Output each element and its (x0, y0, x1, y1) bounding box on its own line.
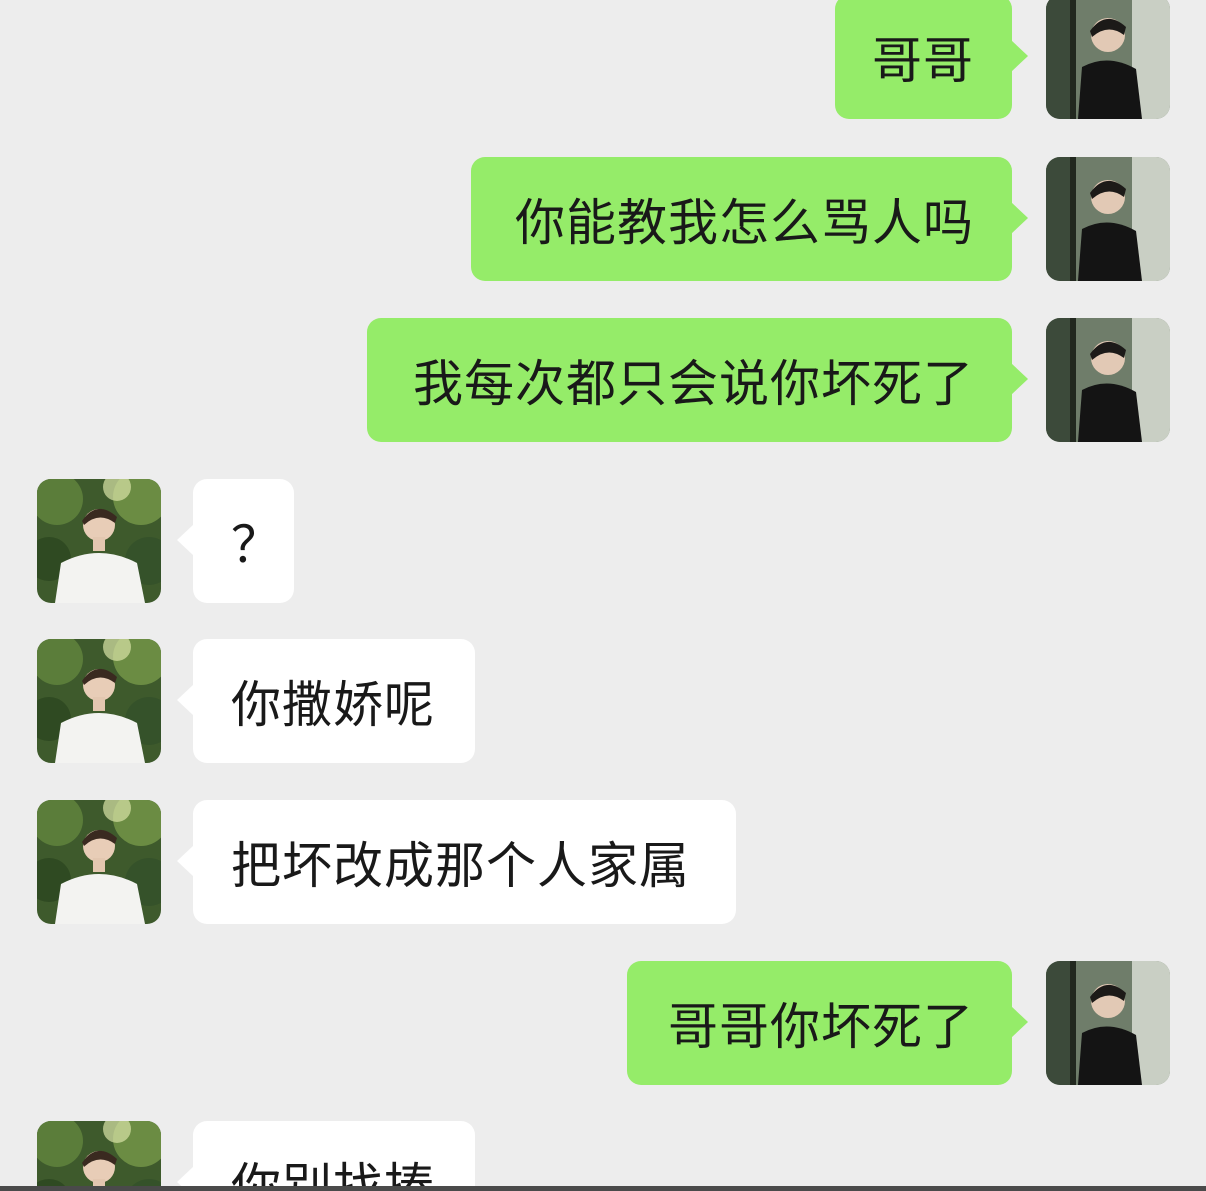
message-text: 把坏改成那个人家属 (231, 837, 690, 895)
message-text: 你能教我怎么骂人吗 (515, 194, 974, 252)
contact-avatar-image (37, 639, 161, 763)
contact-avatar-image (37, 479, 161, 603)
self-avatar[interactable] (1046, 318, 1170, 442)
self-avatar-image (1046, 157, 1170, 281)
message-text: 你撒娇呢 (231, 676, 435, 734)
self-avatar[interactable] (1046, 0, 1170, 119)
message-text: 哥哥 (872, 32, 974, 90)
contact-avatar[interactable] (37, 800, 161, 924)
self-avatar-image (1046, 961, 1170, 1085)
message-bubble-incoming[interactable]: 你别找揍 (177, 1121, 475, 1191)
message-bubble-outgoing[interactable]: 我每次都只会说你坏死了 (367, 318, 1028, 442)
self-avatar-image (1046, 0, 1170, 119)
self-avatar[interactable] (1046, 961, 1170, 1085)
bottom-divider (0, 1186, 1206, 1191)
message-text: 我每次都只会说你坏死了 (413, 355, 974, 413)
contact-avatar-image (37, 800, 161, 924)
message-bubble-outgoing[interactable]: 哥哥你坏死了 (627, 961, 1028, 1085)
chat-window: 哥哥 你能教我怎么骂人吗 我每次都只会说你坏死了 ？ 你撒娇呢 把坏改成那个人家… (0, 0, 1206, 1191)
message-text: 哥哥你坏死了 (668, 998, 974, 1056)
self-avatar-image (1046, 318, 1170, 442)
message-bubble-outgoing[interactable]: 你能教我怎么骂人吗 (471, 157, 1028, 281)
message-bubble-incoming[interactable]: ？ (177, 479, 294, 603)
contact-avatar[interactable] (37, 479, 161, 603)
message-text: 你别找揍 (231, 1158, 435, 1191)
message-bubble-incoming[interactable]: 把坏改成那个人家属 (177, 800, 736, 924)
message-bubble-outgoing[interactable]: 哥哥 (835, 0, 1028, 119)
message-text: ？ (231, 516, 282, 574)
message-bubble-incoming[interactable]: 你撒娇呢 (177, 639, 475, 763)
contact-avatar[interactable] (37, 1121, 161, 1191)
contact-avatar-image (37, 1121, 161, 1191)
self-avatar[interactable] (1046, 157, 1170, 281)
contact-avatar[interactable] (37, 639, 161, 763)
